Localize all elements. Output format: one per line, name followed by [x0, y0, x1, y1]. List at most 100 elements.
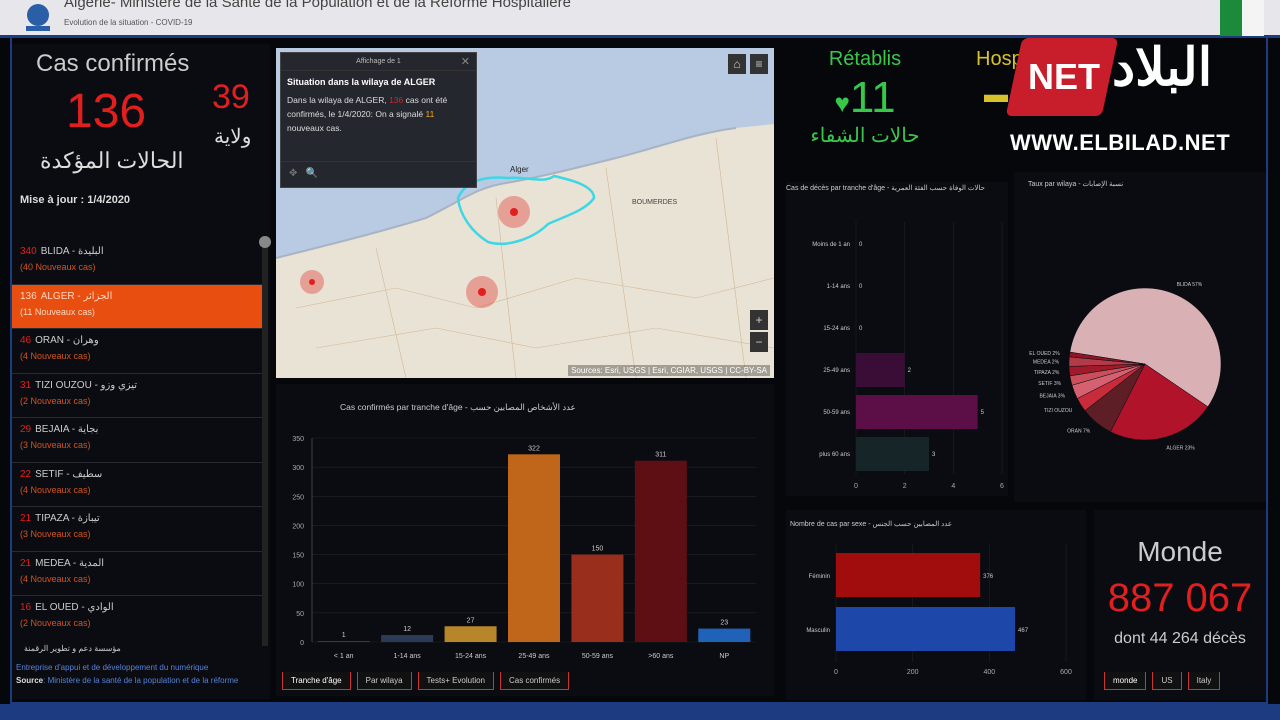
elbilad-url: WWW.ELBILAD.NET [1010, 130, 1231, 155]
wilaya-name: 340 BLIDA - البليدة [20, 246, 256, 257]
age-chart-title: Cas confirmés par tranche d'âge - عدد ال… [340, 402, 576, 412]
bottom-tabs: Tranche d'âge Par wilaya Tests+ Evolution C… [282, 672, 570, 690]
wilaya-count: 16 [20, 602, 32, 613]
scroll-thumb[interactable] [259, 236, 271, 248]
wilaya-item[interactable]: 21 TIPAZA - تيبازة (3 Nouveaux cas) [12, 507, 264, 552]
tab[interactable]: Tests+ Evolution [417, 672, 494, 690]
update-date: Mise à jour : 1/4/2020 [20, 194, 131, 206]
close-icon[interactable]: ✕ [461, 55, 470, 68]
footer-org[interactable]: Entreprise d'appui et de développement d… [16, 663, 238, 672]
data-label: 5 [981, 410, 985, 416]
cas-value: 136 [66, 85, 147, 138]
cas-arabic: الحالات المؤكدة [40, 148, 184, 173]
tab[interactable]: Cas confirmés [500, 672, 570, 690]
map-view[interactable]: Alger BOUMERDES Affichage de 1 ✕ Situati… [276, 48, 774, 378]
x-tick-label: 6 [1000, 483, 1004, 490]
zoom-out-button[interactable]: − [750, 332, 768, 352]
net-logo: NET [1005, 38, 1119, 116]
wilaya-label: BEJAIA - بجاية [35, 424, 99, 435]
wilaya-item[interactable]: 46 ORAN - وهران (4 Nouveaux cas) [12, 329, 264, 374]
wilaya-new: (40 Nouveaux cas) [20, 262, 96, 272]
footer-arabic: مؤسسة دعم و تطوير الرقمنة [24, 644, 121, 653]
popup-text-a: Dans la wilaya de ALGER, [287, 95, 387, 105]
wilaya-pie-panel: Taux par wilaya - نسبة الإصابات BLIDA 57… [1014, 172, 1266, 502]
world-tabs: monde US Italy [1104, 672, 1221, 690]
wilaya-name: 31 TIZI OUZOU - تيزي وزو [20, 380, 256, 391]
wilaya-label: ولاية [214, 126, 252, 148]
wilaya-item[interactable]: 29 BEJAIA - بجاية (3 Nouveaux cas) [12, 418, 264, 463]
wilaya-count: 21 [20, 557, 32, 569]
wilaya-name: 29 BEJAIA - بجاية [20, 424, 256, 435]
wilaya-label: TIPAZA - تيبازة [35, 513, 100, 524]
y-tick-label: 350 [292, 436, 304, 443]
x-tick-label: 4 [951, 483, 955, 490]
elbilad-arabic: البلاد [1112, 39, 1213, 97]
wilaya-new: (11 Nouveaux cas) [20, 306, 95, 317]
bar [507, 454, 561, 642]
category-label: 50-59 ans [823, 410, 850, 416]
data-label: 1 [342, 632, 346, 639]
wilaya-name: 21 MEDEA - المدية [20, 558, 256, 569]
data-label: 27 [467, 617, 475, 624]
tab[interactable]: Italy [1187, 672, 1221, 690]
world-deaths: dont 44 264 décès [1114, 630, 1246, 647]
wilaya-item[interactable]: 340 BLIDA - البليدة (40 Nouveaux cas) [12, 240, 264, 285]
category-label: 1-14 ans [394, 653, 422, 660]
wilaya-new: (3 Nouveaux cas) [20, 440, 91, 450]
wilaya-label: SETIF - سطيف [35, 468, 103, 480]
wilaya-label: EL OUED - الوادي [35, 602, 114, 613]
category-label: 50-59 ans [582, 653, 614, 660]
cas-title: Cas confirmés [36, 50, 190, 77]
bar [836, 553, 981, 597]
pie-label: EL OUED 2% [1029, 351, 1060, 357]
home-icon[interactable]: ⌂ [728, 54, 746, 74]
wilaya-name: 136 ALGER - الجزائر [20, 291, 256, 302]
wilaya-item[interactable]: 31 TIZI OUZOU - تيزي وزو (2 Nouveaux cas) [12, 374, 264, 418]
category-label: < 1 an [334, 653, 354, 660]
world-panel: Monde 887 067 dont 44 264 décès monde US I… [1094, 510, 1266, 700]
category-label: Masculin [806, 628, 830, 634]
recovered-arabic: حالات الشفاء [810, 125, 920, 147]
pie-label: BLIDA 57% [1177, 282, 1203, 288]
zoom-in-button[interactable]: + [750, 310, 768, 330]
recovered-value: ♥11 [790, 73, 940, 123]
tab[interactable]: monde [1104, 672, 1147, 690]
footer-credits: مؤسسة دعم و تطوير الرقمنة Entreprise d'a… [16, 644, 238, 685]
wilaya-item[interactable]: 21 MEDEA - المدية (4 Nouveaux cas) [12, 552, 264, 596]
category-label: 15-24 ans [455, 653, 487, 660]
ministry-logo [26, 4, 50, 31]
sex-chart: 0 200 400 600 Féminin 376 Masculin 467 [806, 544, 1072, 676]
net-text: NET [1028, 56, 1100, 97]
wilaya-list[interactable]: 340 BLIDA - البليدة (40 Nouveaux cas) 136 AL… [12, 240, 264, 640]
x-tick-label: 400 [983, 669, 995, 676]
wilaya-count: 22 [20, 468, 32, 480]
y-tick-label: 100 [292, 582, 304, 589]
bottom-border [0, 704, 1280, 720]
wilaya-count: 21 [20, 513, 32, 524]
wilaya-item[interactable]: 22 SETIF - سطيف (4 Nouveaux cas) [12, 463, 264, 507]
y-tick-label: 0 [300, 640, 304, 647]
header-title: Algérie- Ministère de la Santé de la Pop… [64, 0, 571, 11]
data-label: 0 [859, 326, 863, 332]
wilaya-new: (2 Nouveaux cas) [20, 395, 91, 406]
wilaya-label: BLIDA - البليدة [40, 246, 104, 257]
category-label: 15-24 ans [823, 326, 850, 332]
layers-icon[interactable]: ≡ [750, 54, 768, 74]
tab[interactable]: Par wilaya [356, 672, 412, 690]
data-label: 376 [983, 574, 994, 580]
wilaya-count: 340 [20, 246, 37, 257]
pan-icon[interactable]: ✥ [289, 168, 297, 179]
tab[interactable]: US [1152, 672, 1182, 690]
zoom-to-icon[interactable]: 🔍 [306, 168, 318, 179]
hotspot-tipaza [309, 279, 315, 285]
wilaya-item[interactable]: 16 EL OUED - الوادي (2 Nouveaux cas) [12, 596, 264, 640]
category-label: 1-14 ans [827, 284, 850, 290]
wilaya-name: 22 SETIF - سطيف [20, 469, 256, 480]
sex-chart-panel: Nombre de cas par sexe - عدد المصابين حس… [786, 510, 1086, 700]
tab[interactable]: Tranche d'âge [282, 672, 351, 690]
wilaya-item[interactable]: 136 ALGER - الجزائر (11 Nouveaux cas) [12, 284, 264, 329]
data-label: 23 [720, 620, 728, 627]
pie-title: Taux par wilaya - نسبة الإصابات [1028, 181, 1124, 188]
bar [856, 353, 905, 387]
list-scrollbar[interactable] [259, 236, 271, 646]
